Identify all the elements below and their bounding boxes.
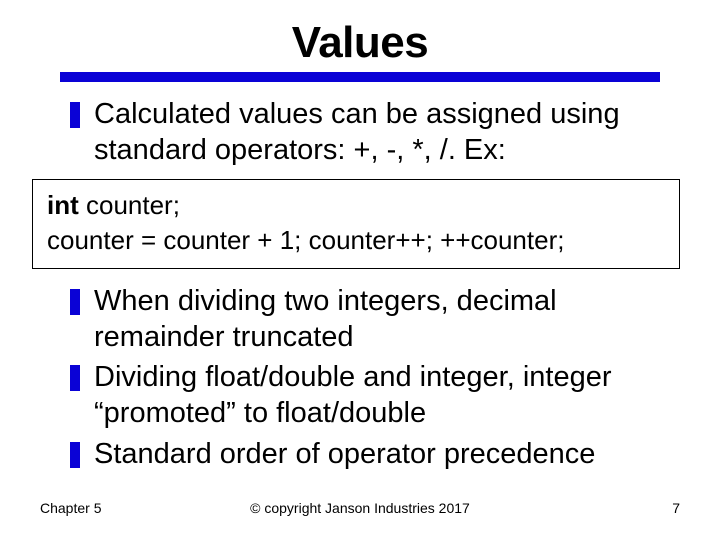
footer-page-number: 7 [672,500,680,516]
code-keyword: int [47,190,79,220]
bullet-text: Dividing float/double and integer, integ… [94,359,670,432]
footer-chapter: Chapter 5 [40,500,101,516]
bullet-icon [70,365,80,391]
bullet-text: Standard order of operator precedence [94,436,595,472]
footer-copyright: © copyright Janson Industries 2017 [0,500,720,516]
slide-footer: Chapter 5 © copyright Janson Industries … [0,500,720,516]
bullet-text: Calculated values can be assigned using … [94,96,670,169]
bullet-icon [70,102,80,128]
bullet-item: Standard order of operator precedence [70,436,670,472]
code-line: counter = counter + 1; counter++; ++coun… [47,223,665,258]
code-box: int counter; counter = counter + 1; coun… [32,179,680,269]
bullet-icon [70,442,80,468]
code-line: int counter; [47,188,665,223]
bullet-item: When dividing two integers, decimal rema… [70,283,670,356]
slide-title: Values [40,18,680,68]
bullet-item: Dividing float/double and integer, integ… [70,359,670,432]
title-underline [60,72,660,82]
bullet-text: When dividing two integers, decimal rema… [94,283,670,356]
bullet-icon [70,289,80,315]
bullet-list-bottom: When dividing two integers, decimal rema… [40,283,680,472]
bullet-item: Calculated values can be assigned using … [70,96,670,169]
slide: Values Calculated values can be assigned… [0,0,720,540]
code-text: counter; [79,190,180,220]
bullet-list-top: Calculated values can be assigned using … [40,96,680,169]
